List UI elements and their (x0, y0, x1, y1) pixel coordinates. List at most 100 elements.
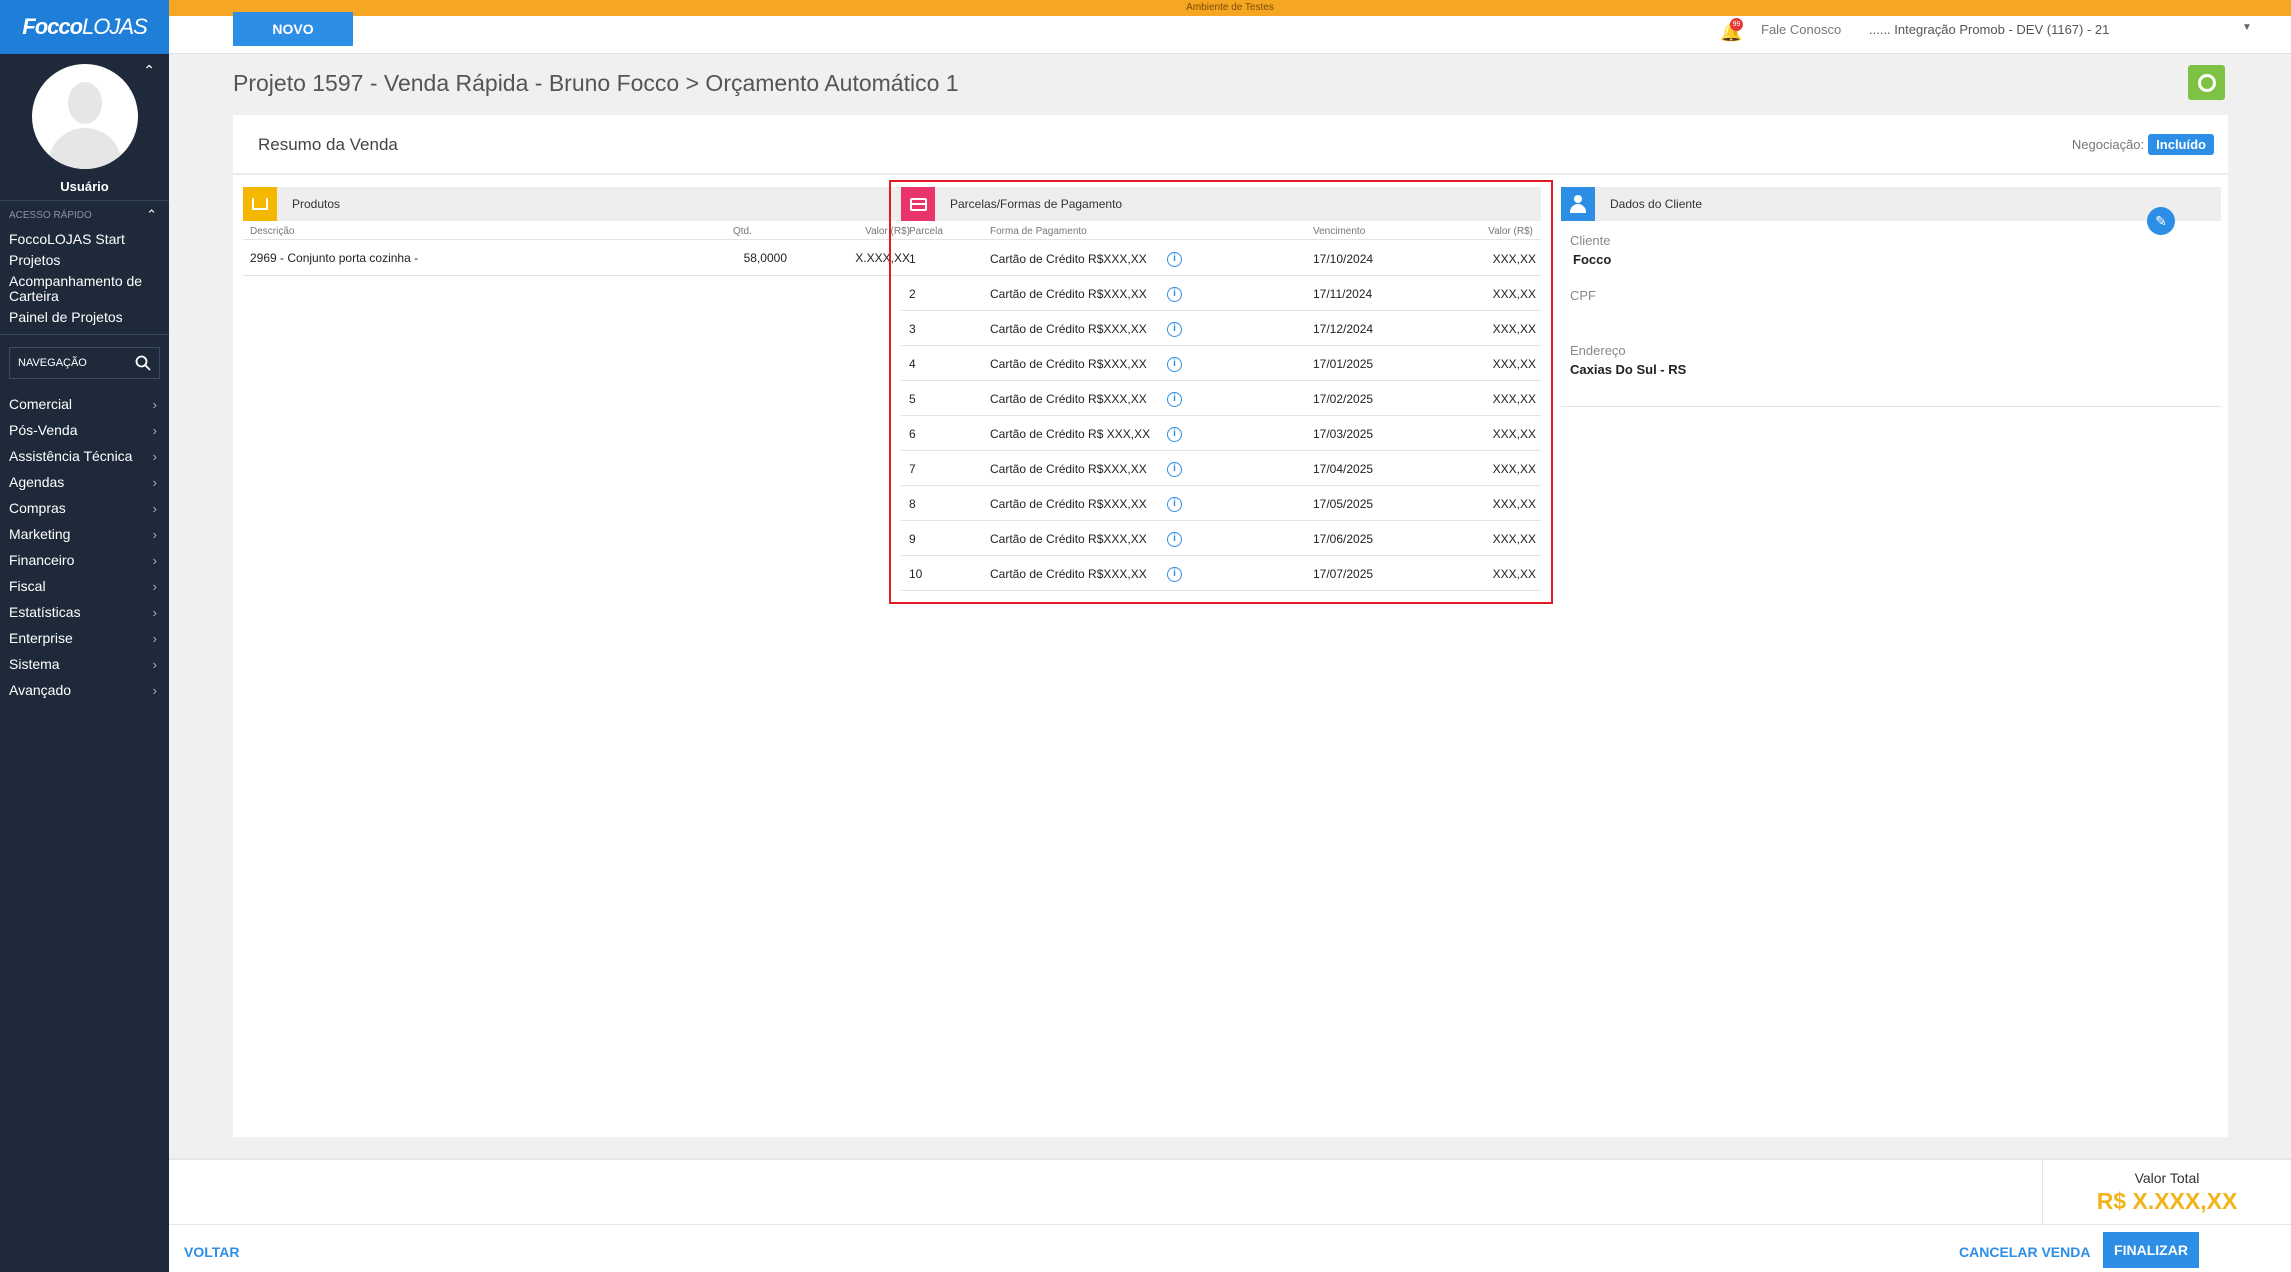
total-value: R$ X.XXX,XX (2096, 1188, 2238, 1214)
status-badge: Incluído (2148, 134, 2214, 155)
chevron-right-icon: › (152, 422, 157, 438)
cpf-label: CPF (1570, 288, 1596, 303)
nav-item-agendas[interactable]: Agendas › (0, 469, 169, 495)
info-icon[interactable]: i (1167, 357, 1182, 372)
resumo-title: Resumo da Venda (258, 135, 398, 154)
nav-label: Avançado (9, 682, 72, 698)
chevron-down-icon[interactable]: ▼ (2242, 22, 2252, 33)
chevron-right-icon: › (152, 474, 157, 490)
divider (901, 415, 1541, 416)
produto-qtd: 58,0000 (743, 251, 787, 265)
parcela-valor: XXX,XX (1492, 322, 1536, 336)
nav-search-placeholder: NAVEGAÇÃO (18, 357, 87, 369)
divider (901, 590, 1541, 591)
parcela-valor: XXX,XX (1492, 392, 1536, 406)
cart-icon (243, 187, 277, 221)
parcela-number: 4 (909, 357, 916, 371)
parcela-forma: Cartão de Crédito R$XXX,XX (990, 462, 1147, 476)
nav-item-enterprise[interactable]: Enterprise › (0, 625, 169, 651)
nav-label: Pós-Venda (9, 422, 78, 438)
nav-item-avancado[interactable]: Avançado › (0, 677, 169, 703)
quick-item-projetos[interactable]: Projetos (0, 250, 169, 271)
nav-item-comercial[interactable]: Comercial › (0, 391, 169, 417)
credit-card-icon (901, 187, 935, 221)
parcela-vencimento: 17/07/2025 (1313, 567, 1374, 581)
info-icon[interactable]: i (1167, 252, 1182, 267)
fale-conosco-link[interactable]: Fale Conosco (1761, 22, 1841, 37)
search-icon[interactable] (135, 355, 151, 371)
parcela-vencimento: 17/11/2024 (1313, 287, 1373, 301)
info-icon[interactable]: i (1167, 427, 1182, 442)
parcela-number: 1 (909, 252, 916, 266)
parcela-valor: XXX,XX (1492, 252, 1536, 266)
parcela-number: 10 (909, 567, 923, 581)
edit-cliente-button[interactable]: ✎ (2147, 207, 2175, 235)
divider (169, 1224, 2291, 1225)
info-icon[interactable]: i (1167, 322, 1182, 337)
divider (901, 275, 1541, 276)
info-icon[interactable]: i (1167, 532, 1182, 547)
nav-label: Compras (9, 500, 66, 516)
nav-search[interactable]: NAVEGAÇÃO (9, 347, 160, 379)
produto-descricao: 2969 - Conjunto porta cozinha - (250, 251, 419, 265)
chevron-right-icon: › (152, 552, 157, 568)
nav-item-estatisticas[interactable]: Estatísticas › (0, 599, 169, 625)
chevron-up-icon[interactable]: ⌃ (146, 207, 157, 223)
avatar[interactable] (31, 64, 138, 169)
nav-item-assistencia[interactable]: Assistência Técnica › (0, 443, 169, 469)
logo-text-focco: Focco (22, 14, 83, 39)
main-panel: Resumo da Venda Negociação: Incluído Pro… (233, 115, 2228, 1137)
parcela-valor: XXX,XX (1492, 287, 1536, 301)
cliente-label: Cliente (1570, 233, 1611, 248)
info-icon[interactable]: i (1167, 497, 1182, 512)
info-icon[interactable]: i (1167, 462, 1182, 477)
quick-item-foccolojas-start[interactable]: FoccoLOJAS Start (0, 229, 169, 250)
divider (901, 450, 1541, 451)
produtos-title: Produtos (292, 197, 341, 211)
resumo-header: Resumo da Venda Negociação: Incluído (233, 115, 2228, 175)
divider (901, 345, 1541, 346)
divider (901, 380, 1541, 381)
nav-item-marketing[interactable]: Marketing › (0, 521, 169, 547)
nav-item-financeiro[interactable]: Financeiro › (0, 547, 169, 573)
chat-button[interactable] (2188, 65, 2225, 100)
nav-menu: Comercial › Pós-Venda › Assistência Técnic… (0, 391, 169, 703)
parcela-forma: Cartão de Crédito R$XXX,XX (990, 497, 1147, 511)
total-box: Valor Total R$ X.XXX,XX (2042, 1160, 2291, 1224)
nav-item-pos-venda[interactable]: Pós-Venda › (0, 417, 169, 443)
total-label: Valor Total (2134, 1170, 2200, 1186)
nav-item-compras[interactable]: Compras › (0, 495, 169, 521)
parcela-valor: XXX,XX (1492, 532, 1536, 546)
nav-label: Enterprise (9, 630, 73, 646)
divider (901, 239, 1541, 240)
app-logo[interactable]: Focco LOJAS (0, 0, 169, 54)
info-icon[interactable]: i (1167, 567, 1182, 582)
quick-item-painel-projetos[interactable]: Painel de Projetos (0, 307, 169, 328)
nav-item-sistema[interactable]: Sistema › (0, 651, 169, 677)
nav-label: Financeiro (9, 552, 75, 568)
cancelar-venda-button[interactable]: CANCELAR VENDA (1959, 1244, 2090, 1260)
username: Usuário (60, 179, 109, 194)
parcela-number: 6 (909, 427, 916, 441)
info-icon[interactable]: i (1167, 392, 1182, 407)
pencil-icon: ✎ (2155, 212, 2167, 229)
nav-label: Assistência Técnica (9, 448, 133, 464)
support-icon (2197, 73, 2216, 92)
quick-access-title: ACESSO RÁPIDO (9, 209, 92, 221)
nav-item-fiscal[interactable]: Fiscal › (0, 573, 169, 599)
finalizar-button[interactable]: FINALIZAR (2103, 1232, 2199, 1268)
info-icon[interactable]: i (1167, 287, 1182, 302)
chevron-up-icon[interactable]: ⌃ (143, 62, 155, 79)
quick-item-acompanhamento[interactable]: Acompanhamento de Carteira (0, 271, 169, 307)
parcela-number: 3 (909, 322, 916, 336)
notifications-bell-icon[interactable]: 🔔 99 (1720, 18, 1743, 43)
company-selector[interactable]: ...... Integração Promob - DEV (1167) - … (1869, 22, 2109, 37)
col-valor-parcela: Valor (R$) (1488, 226, 1533, 237)
quick-access-header[interactable]: ACESSO RÁPIDO ⌃ (0, 200, 169, 229)
divider (1561, 406, 2221, 407)
chevron-right-icon: › (152, 396, 157, 412)
nav-label: Estatísticas (9, 604, 81, 620)
voltar-button[interactable]: VOLTAR (184, 1244, 239, 1260)
nav-label: Sistema (9, 656, 60, 672)
novo-button[interactable]: NOVO (233, 12, 353, 46)
